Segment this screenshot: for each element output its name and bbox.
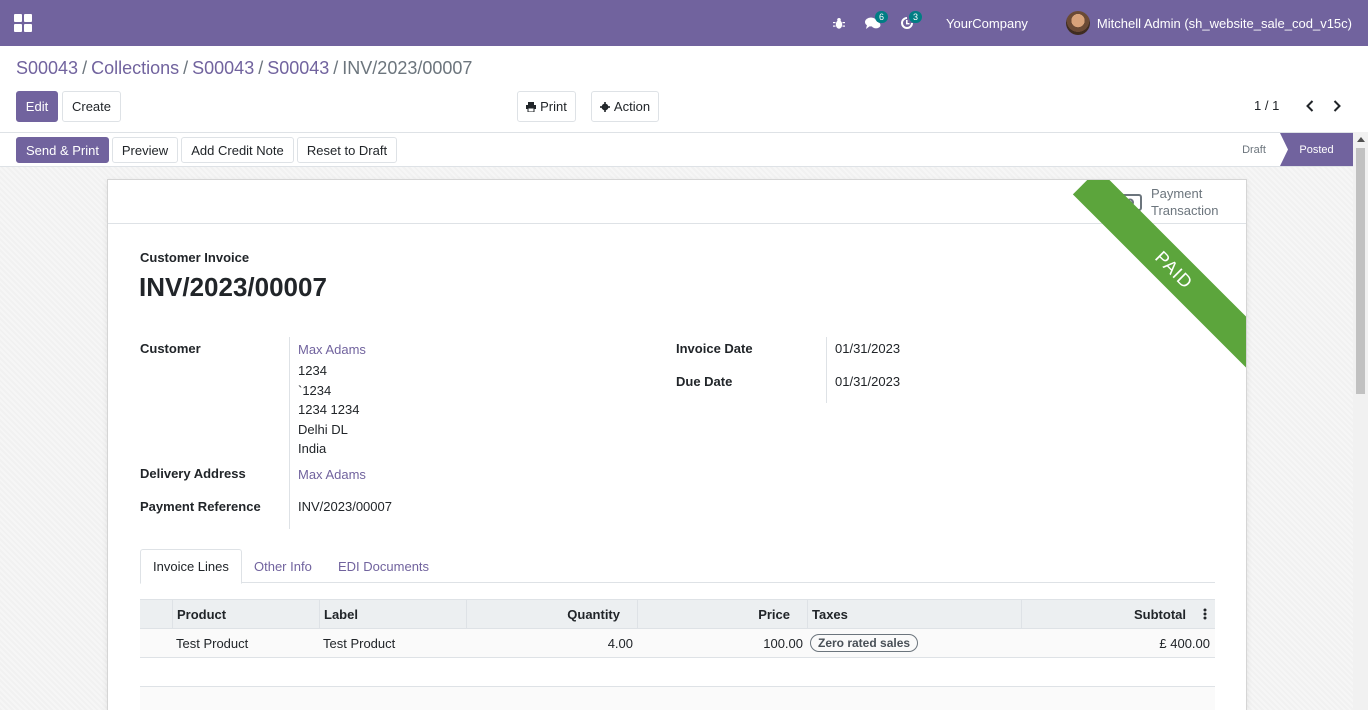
breadcrumb-item-3[interactable]: S00043	[192, 58, 254, 79]
due-date-label: Due Date	[676, 374, 733, 389]
action-label: Action	[613, 99, 651, 114]
pager-previous-icon[interactable]	[1300, 96, 1320, 116]
bug-icon[interactable]	[822, 0, 856, 46]
notebook-tabs: Invoice Lines Other Info EDI Documents	[140, 549, 1215, 584]
document-type: Customer Invoice	[140, 250, 250, 265]
delivery-address-link[interactable]: Max Adams	[298, 467, 366, 482]
address-line-4: Delhi DL	[298, 422, 348, 437]
activities-badge: 3	[909, 11, 923, 23]
breadcrumb: S00043 / Collections / S00043 / S00043 /…	[16, 58, 472, 79]
cell-label: Test Product	[323, 635, 396, 651]
print-icon	[526, 101, 537, 112]
breadcrumb-separator: /	[183, 58, 189, 78]
address-line-1: 1234	[298, 363, 327, 378]
column-quantity[interactable]: Quantity	[466, 600, 637, 628]
column-price[interactable]: Price	[637, 600, 807, 628]
column-product[interactable]: Product	[172, 600, 319, 628]
apps-menu-icon[interactable]	[14, 14, 32, 32]
top-navbar: 6 3 YourCompany Mitchell Admin (sh_websi…	[0, 0, 1368, 46]
payment-reference-label: Payment Reference	[140, 499, 261, 514]
user-name: Mitchell Admin (sh_website_sale_cod_v15c…	[1096, 15, 1352, 31]
form-sheet: $ Payment Transaction PAID Customer Invo…	[107, 179, 1247, 710]
avatar	[1065, 11, 1090, 35]
column-taxes[interactable]: Taxes	[807, 600, 1021, 628]
table-header: Product Label Quantity Price Taxes Subto…	[140, 599, 1215, 629]
preview-button[interactable]: Preview	[112, 137, 178, 163]
scrollbar-thumb[interactable]	[1356, 148, 1365, 394]
address-line-3: 1234 1234	[298, 402, 360, 417]
print-label: Print	[540, 99, 567, 114]
edit-button[interactable]: Edit	[16, 91, 58, 122]
navbar-systray: 6 3 YourCompany Mitchell Admin (sh_websi…	[822, 0, 1368, 46]
address-line-5: India	[298, 441, 327, 456]
pager-value[interactable]: 1 / 1	[1254, 98, 1279, 113]
breadcrumb-item-4[interactable]: S00043	[267, 58, 329, 79]
optional-columns-icon[interactable]	[1194, 600, 1215, 628]
pager-next-icon[interactable]	[1327, 96, 1347, 116]
scrollbar[interactable]	[1353, 132, 1368, 710]
add-credit-note-button[interactable]: Add Credit Note	[181, 137, 294, 163]
field-divider	[826, 337, 827, 403]
status-bar: Send & Print Preview Add Credit Note Res…	[0, 132, 1353, 167]
table-row[interactable]: Test Product Test Product 4.00 100.00 Ze…	[140, 629, 1215, 658]
button-box: $ Payment Transaction	[108, 180, 1246, 224]
reset-to-draft-button[interactable]: Reset to Draft	[297, 137, 397, 163]
scroll-up-icon[interactable]	[1357, 137, 1365, 142]
create-button[interactable]: Create	[62, 91, 121, 122]
address-line-2: `1234	[298, 383, 332, 398]
payment-reference-value: INV/2023/00007	[298, 499, 392, 514]
cell-product: Test Product	[176, 635, 249, 651]
messages-badge: 6	[875, 11, 889, 23]
messages-icon[interactable]: 6	[856, 0, 890, 46]
customer-label: Customer	[140, 341, 201, 356]
company-switcher[interactable]: YourCompany	[924, 16, 1046, 31]
stage-posted[interactable]: Posted	[1280, 133, 1353, 166]
due-date-value: 01/31/2023	[835, 374, 901, 389]
field-divider	[289, 337, 290, 529]
cell-taxes: Zero rated sales	[810, 629, 919, 657]
cell-price: 100.00	[763, 635, 803, 651]
payment-transaction-line2: Transaction	[1151, 203, 1219, 218]
gear-icon	[599, 101, 610, 112]
stage-draft[interactable]: Draft	[1228, 133, 1280, 166]
breadcrumb-item-1[interactable]: S00043	[16, 58, 78, 79]
user-menu[interactable]: Mitchell Admin (sh_website_sale_cod_v15c…	[1046, 11, 1368, 35]
action-button[interactable]: Action	[591, 91, 659, 122]
breadcrumb-separator: /	[333, 58, 339, 78]
customer-name-link[interactable]: Max Adams	[298, 342, 366, 357]
activities-icon[interactable]: 3	[890, 0, 924, 46]
tab-other-info[interactable]: Other Info	[242, 549, 324, 583]
breadcrumb-current: INV/2023/00007	[342, 58, 473, 78]
breadcrumb-separator: /	[82, 58, 88, 78]
tax-tag: Zero rated sales	[810, 634, 919, 652]
breadcrumb-separator: /	[258, 58, 264, 78]
cell-quantity: 4.00	[607, 635, 633, 651]
tab-invoice-lines[interactable]: Invoice Lines	[140, 549, 242, 584]
column-subtotal[interactable]: Subtotal	[1021, 600, 1194, 628]
invoice-number: INV/2023/00007	[139, 272, 327, 302]
payment-transaction-line1: Payment	[1151, 186, 1203, 201]
breadcrumb-item-2[interactable]: Collections	[91, 58, 179, 79]
tab-edi-documents[interactable]: EDI Documents	[326, 549, 441, 583]
cell-subtotal: £ 400.00	[1159, 635, 1210, 651]
table-footer	[140, 686, 1215, 710]
print-button[interactable]: Print	[517, 91, 576, 122]
column-label[interactable]: Label	[319, 600, 466, 628]
invoice-date-value: 01/31/2023	[835, 341, 901, 356]
send-print-button[interactable]: Send & Print	[16, 137, 109, 163]
delivery-address-label: Delivery Address	[140, 466, 246, 481]
invoice-date-label: Invoice Date	[676, 341, 753, 356]
